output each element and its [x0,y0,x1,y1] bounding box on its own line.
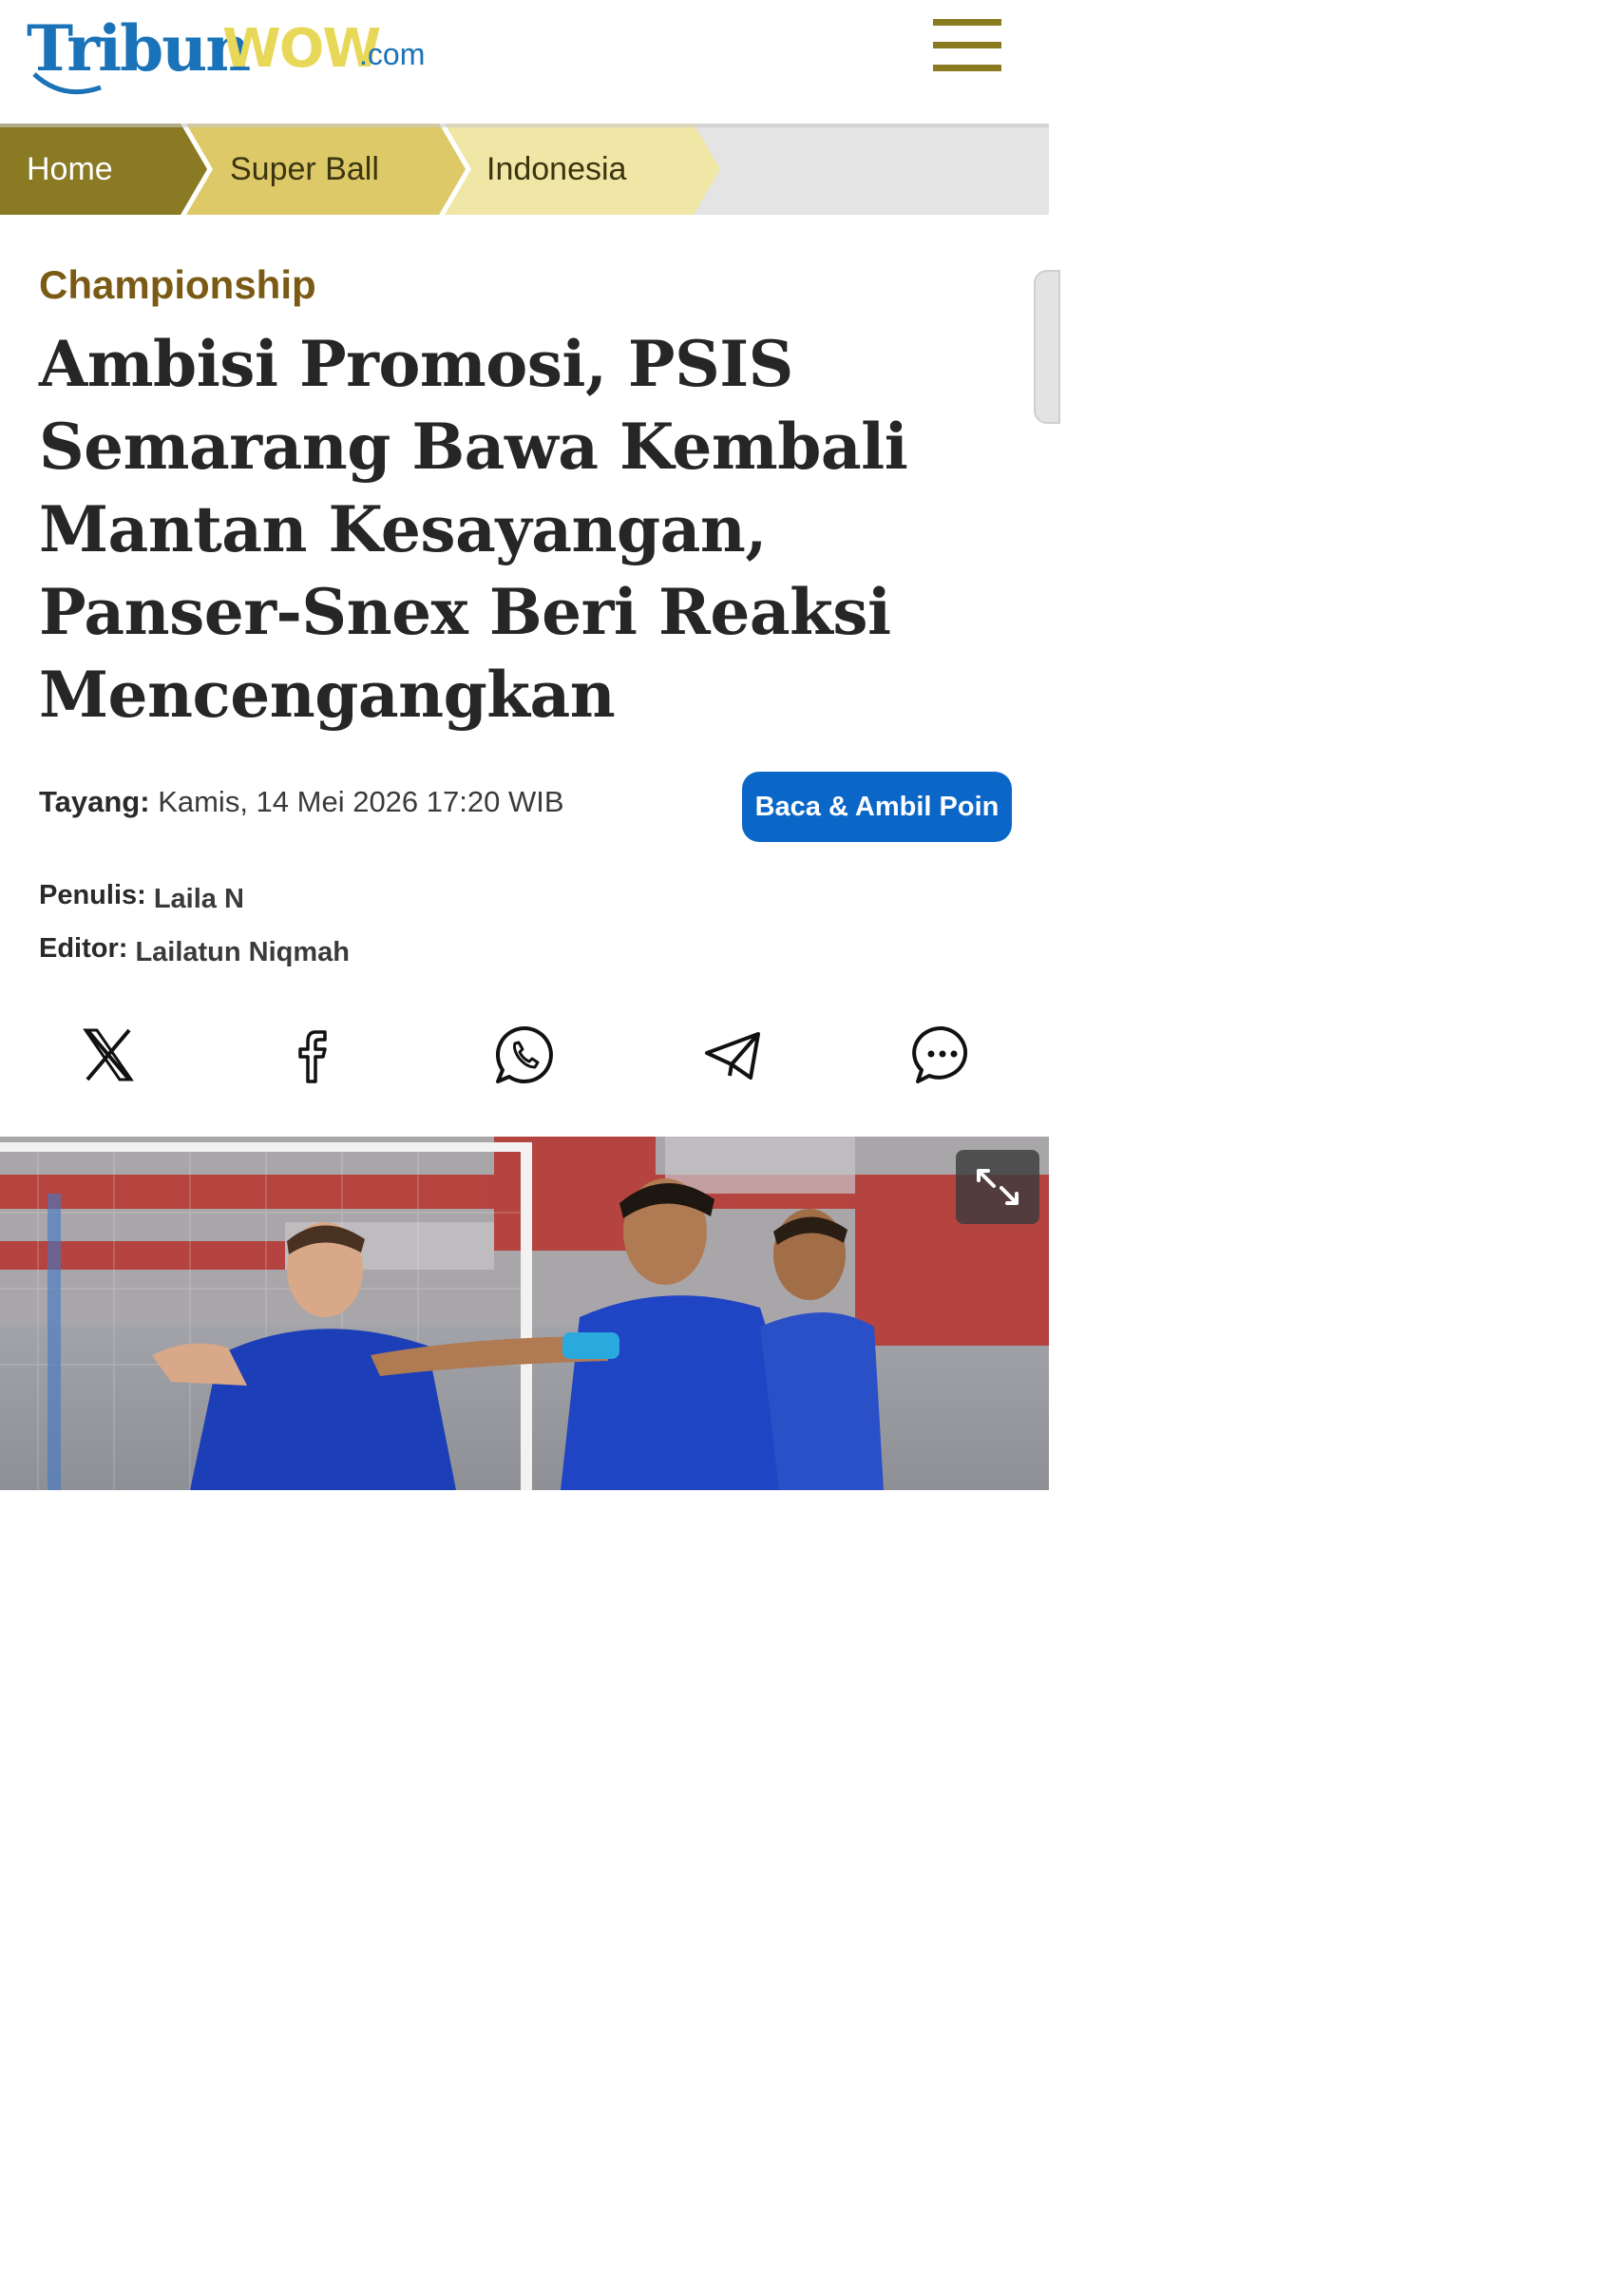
side-pull-tab[interactable] [1034,270,1060,424]
svg-text:.com: .com [359,37,425,71]
expand-icon [977,1169,1019,1205]
breadcrumb-home[interactable]: Home [27,148,113,190]
tribunwow-logo[interactable]: Tribun WOW .com [25,6,433,101]
editor-name[interactable]: Lailatun Niqmah [135,937,350,967]
breadcrumb-super-ball[interactable]: Super Ball [230,148,379,190]
breadcrumb: Home Super Ball Indonesia [0,124,1049,215]
expand-image-button[interactable] [956,1150,1039,1224]
read-earn-points-button[interactable]: Baca & Ambil Poin [742,772,1012,842]
article-category[interactable]: Championship [39,262,316,308]
facebook-icon[interactable] [283,1023,348,1087]
article-headline: Ambisi Promosi, PSIS Semarang Bawa Kemba… [39,327,908,732]
editor-row: Editor: Lailatun Niqmah [39,933,350,967]
hamburger-bar [933,65,1001,71]
svg-text:Tribun: Tribun [27,11,250,86]
telegram-icon[interactable] [701,1023,766,1087]
publish-value: Kamis, 14 Mei 2026 17:20 WIB [158,785,564,818]
author-label: Penulis: [39,880,146,910]
svg-text:WOW: WOW [222,18,380,80]
hamburger-bar [933,19,1001,26]
x-icon[interactable] [76,1023,141,1087]
author-row: Penulis: Laila N [39,880,244,914]
site-header: Tribun WOW .com [0,0,1049,124]
author-name[interactable]: Laila N [154,884,244,914]
publish-label: Tayang: [39,785,150,818]
article-hero-image[interactable] [0,1137,1049,1490]
editor-label: Editor: [39,933,128,964]
whatsapp-icon[interactable] [492,1023,557,1087]
comment-icon[interactable] [910,1023,975,1087]
menu-button[interactable] [933,19,1001,74]
hamburger-bar [933,42,1001,48]
breadcrumb-indonesia[interactable]: Indonesia [486,148,626,190]
publish-date: Tayang: Kamis, 14 Mei 2026 17:20 WIB [39,785,564,819]
